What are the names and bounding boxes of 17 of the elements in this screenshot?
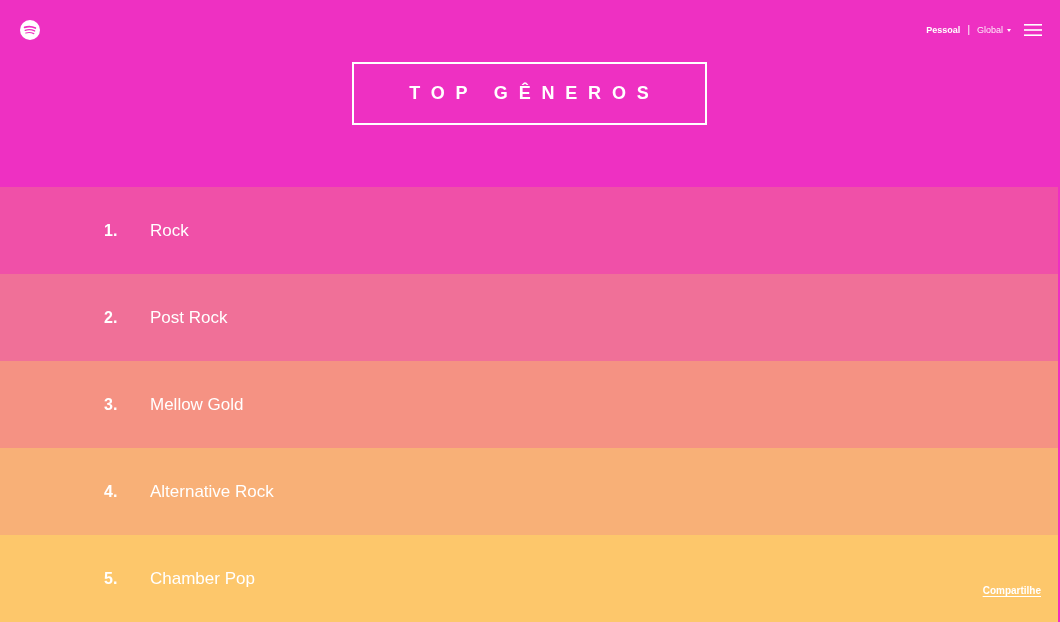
genre-rank: 4. — [104, 481, 119, 502]
genre-rank: 2. — [104, 307, 119, 328]
view-tab[interactable]: Pessoal — [926, 25, 961, 35]
genre-name: Alternative Rock — [150, 480, 274, 503]
genre-rank: 1. — [104, 220, 119, 241]
caret-icon[interactable] — [1007, 28, 1011, 32]
nav-separator: | — [967, 25, 970, 35]
genre-rank: 3. — [104, 394, 119, 415]
genre-name: Chamber Pop — [150, 567, 255, 590]
page-title: TOP GÊNEROS — [351, 62, 707, 125]
genre-rank: 5. — [104, 568, 119, 589]
logo-icon[interactable] — [20, 20, 40, 40]
genre-name: Post Rock — [150, 306, 228, 329]
genre-name: Rock — [150, 219, 189, 242]
view-tab[interactable]: Global — [977, 25, 1003, 35]
menu-icon[interactable] — [1024, 24, 1042, 36]
genre-name: Mellow Gold — [150, 393, 244, 416]
